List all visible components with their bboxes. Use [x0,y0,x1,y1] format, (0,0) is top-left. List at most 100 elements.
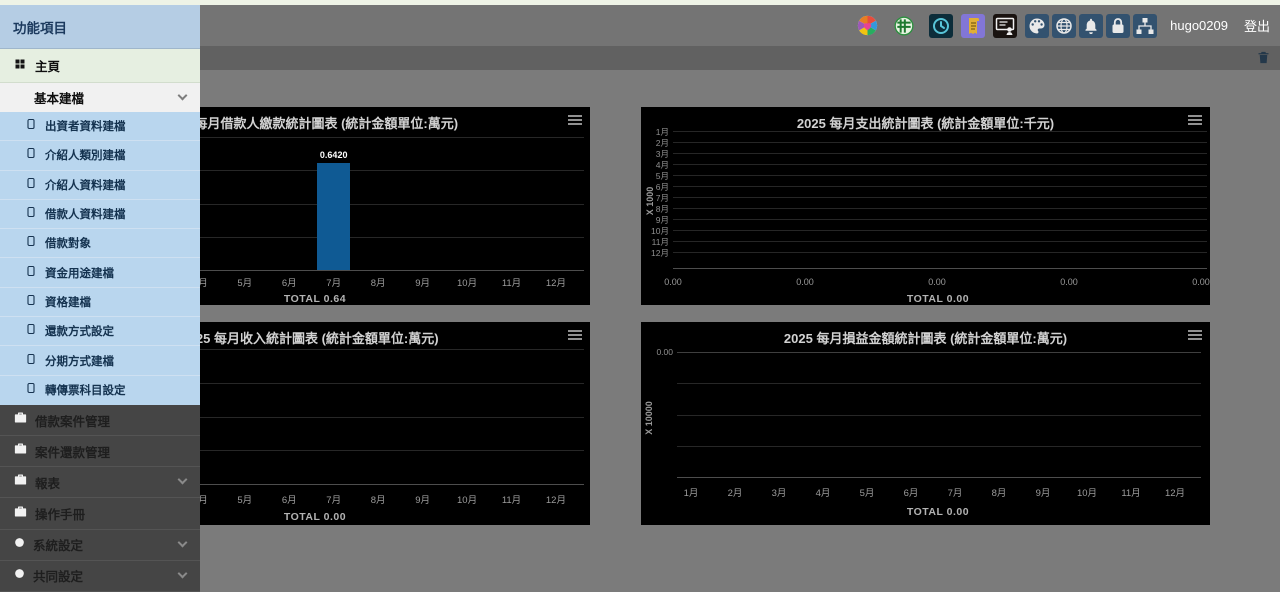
logout-button[interactable]: 登出 [1244,16,1270,35]
green-logo-icon[interactable] [894,16,914,36]
sidebar-item-label: 共同設定 [33,566,83,585]
sidebar-item-label: 操作手冊 [35,504,85,523]
gridline [673,164,1207,165]
axis-line [673,268,1207,269]
chevron-down-icon [178,537,188,547]
sidebar-item-label: 案件還款管理 [35,442,110,461]
month-label: 12月 [534,275,578,289]
sidebar-sub-item-label: 借款對象 [45,235,91,251]
bell-icon[interactable] [1079,14,1103,38]
month-label: 6月 [889,485,933,499]
x-tick-label: 0.00 [1181,277,1221,287]
gridline [673,208,1207,209]
month-label: 10月 [445,492,489,506]
gridline [673,219,1207,220]
x-tick-label: 0.00 [1049,277,1089,287]
month-label: 6月 [267,275,311,289]
sidebar-sub-item[interactable]: 借款對象 [0,229,200,258]
x-tick-label: 0.00 [653,277,693,287]
grid-icon [14,57,26,75]
tablet-icon [25,264,37,282]
axis-multiplier-label: X 10000 [644,394,654,442]
sidebar-sub-item[interactable]: 介紹人資料建檔 [0,171,200,200]
briefcase-icon [13,472,28,492]
sidebar-sub-item[interactable]: 介紹人類別建檔 [0,141,200,170]
month-label: 8月 [356,275,400,289]
briefcase-icon [13,410,28,430]
sidebar-sub-item[interactable]: 借款人資料建檔 [0,200,200,229]
sidebar-item[interactable]: 案件還款管理 [0,436,200,467]
gridline [673,142,1207,143]
gridline [673,175,1207,176]
palette-icon[interactable] [1025,14,1049,38]
sidebar-sub-item-label: 資金用途建檔 [45,265,114,281]
globe-icon[interactable] [1052,14,1076,38]
sidebar-sub-item[interactable]: 還款方式設定 [0,317,200,346]
month-label: 1月 [669,485,713,499]
briefcase-icon [13,504,28,524]
tablet-icon [25,352,37,370]
sidebar-sub-item[interactable]: 分期方式建檔 [0,346,200,375]
trash-icon[interactable] [1256,50,1271,70]
sidebar-sub-item-label: 介紹人類別建檔 [45,147,126,163]
month-label: 12月 [1153,485,1197,499]
presentation-icon[interactable] [993,14,1017,38]
month-label: 12月 [534,492,578,506]
chart-panel-expense: 2025 每月支出統計圖表 (統計金額單位:千元) 1月2月3月4月5月6月7月… [641,107,1210,305]
gridline [673,252,1207,253]
sidebar-sub-item[interactable]: 轉傳票科目設定 [0,376,200,405]
sidebar-item-label: 報表 [35,473,60,492]
sidebar-sub-item[interactable]: 資金用途建檔 [0,258,200,287]
tablet-icon [25,234,37,252]
tablet-icon [25,117,37,135]
briefcase-icon [13,441,28,461]
total-label: TOTAL 0.64 [245,293,385,305]
sidebar-item-home[interactable]: 主頁 [0,49,200,83]
month-label: 7月 [312,275,356,289]
bar [317,163,350,270]
axis-multiplier-label: X 1000 [645,179,655,223]
x-tick-label: 0.00 [917,277,957,287]
sitemap-icon[interactable] [1133,14,1157,38]
gridline [673,153,1207,154]
colorful-logo-icon[interactable] [857,15,878,36]
total-label: TOTAL 0.00 [868,293,1008,305]
month-label: 4月 [801,485,845,499]
tablet-icon [25,293,37,311]
month-label: 9月 [1021,485,1065,499]
sidebar-item[interactable]: 系統設定 [0,530,200,561]
tablet-icon [25,381,37,399]
username[interactable]: hugo0209 [1170,18,1228,33]
month-label: 8月 [356,492,400,506]
gridline [673,230,1207,231]
gridline [677,383,1201,384]
sidebar-sub-item-label: 出資者資料建檔 [45,118,126,134]
clock-icon[interactable] [929,14,953,38]
sidebar-sub-item-label: 還款方式設定 [45,323,114,339]
tablet-icon [25,176,37,194]
month-label: 10月 [445,275,489,289]
circle-icon [13,567,26,585]
sidebar-sub-item-label: 轉傳票科目設定 [45,382,126,398]
scroll-icon[interactable] [961,14,985,38]
total-label: TOTAL 0.00 [245,511,385,523]
month-label: 9月 [401,492,445,506]
sidebar-item[interactable]: 報表 [0,467,200,498]
month-label: 11月 [490,492,534,506]
tablet-icon [25,146,37,164]
chevron-down-icon [178,568,188,578]
month-label: 6月 [267,492,311,506]
month-label: 5月 [223,275,267,289]
sidebar-sub-item[interactable]: 資格建檔 [0,288,200,317]
sidebar-item[interactable]: 共同設定 [0,561,200,592]
sidebar-group-basic[interactable]: 基本建檔 [0,83,200,112]
sidebar-sub-list: 出資者資料建檔介紹人類別建檔介紹人資料建檔借款人資料建檔借款對象資金用途建檔資格… [0,112,200,405]
gridline [677,477,1201,478]
lock-icon[interactable] [1106,14,1130,38]
sidebar-sub-item-label: 分期方式建檔 [45,353,114,369]
sidebar-sub-item-label: 資格建檔 [45,294,91,310]
sidebar-item[interactable]: 操作手冊 [0,498,200,529]
sidebar-sub-item[interactable]: 出資者資料建檔 [0,112,200,141]
sidebar-title: 功能項目 [0,5,200,49]
sidebar-item[interactable]: 借款案件管理 [0,405,200,436]
